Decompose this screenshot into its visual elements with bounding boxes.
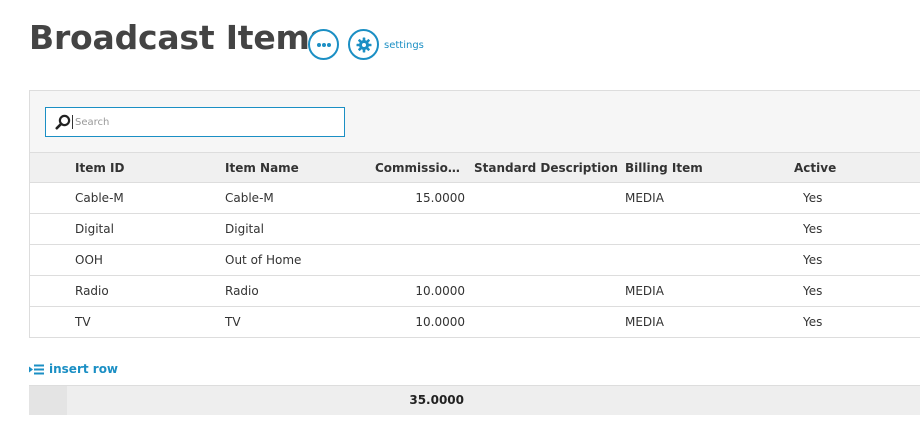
cell-commission bbox=[375, 245, 465, 275]
more-options-button[interactable] bbox=[308, 29, 339, 60]
cell-active: Yes bbox=[803, 315, 823, 329]
cell-item-id: Radio bbox=[75, 284, 109, 298]
cell-item-name: Digital bbox=[225, 222, 264, 236]
cell-item-id: Digital bbox=[75, 222, 114, 236]
gear-icon bbox=[356, 37, 371, 52]
insert-row-button[interactable]: insert row bbox=[29, 362, 118, 376]
cell-standard-description bbox=[474, 276, 619, 306]
cell-billing-item bbox=[625, 245, 775, 275]
search-bar bbox=[30, 91, 920, 152]
cell-billing-item: MEDIA bbox=[625, 315, 664, 329]
cell-standard-description bbox=[474, 183, 619, 213]
broadcast-items-grid: Item ID Item Name Commission/... Standar… bbox=[29, 90, 920, 338]
cell-standard-description bbox=[474, 307, 619, 337]
cell-billing-item bbox=[625, 214, 775, 244]
cell-item-id: Cable-M bbox=[75, 191, 124, 205]
column-header-item-id[interactable]: Item ID bbox=[75, 153, 215, 183]
column-header-commission[interactable]: Commission/... bbox=[375, 153, 465, 183]
table-header: Item ID Item Name Commission/... Standar… bbox=[30, 152, 920, 183]
cell-item-name: TV bbox=[225, 315, 241, 329]
cell-standard-description bbox=[474, 245, 619, 275]
column-header-billing-item[interactable]: Billing Item bbox=[625, 153, 775, 183]
table-row[interactable]: TV TV 10.0000 MEDIA Yes bbox=[30, 307, 920, 338]
settings-button[interactable] bbox=[348, 29, 379, 60]
cell-standard-description bbox=[474, 214, 619, 244]
cell-commission: 10.0000 bbox=[415, 284, 465, 298]
broadcast-items-page: Broadcast Items settings Search Item ID … bbox=[0, 0, 920, 429]
insert-row-label: insert row bbox=[49, 362, 119, 376]
cell-billing-item: MEDIA bbox=[625, 191, 664, 205]
column-header-active[interactable]: Active bbox=[794, 153, 854, 183]
cell-billing-item: MEDIA bbox=[625, 284, 664, 298]
total-commission: 35.0000 bbox=[409, 393, 464, 407]
column-header-standard-description[interactable]: Standard Description bbox=[474, 153, 619, 183]
cell-active: Yes bbox=[803, 191, 823, 205]
table-row[interactable]: OOH Out of Home Yes bbox=[30, 245, 920, 276]
page-title: Broadcast Items bbox=[29, 18, 330, 57]
cell-item-name: Out of Home bbox=[225, 253, 302, 267]
insert-row-icon bbox=[29, 364, 44, 374]
cell-active: Yes bbox=[803, 284, 823, 298]
table-row[interactable]: Cable-M Cable-M 15.0000 MEDIA Yes bbox=[30, 183, 920, 214]
cell-item-id: TV bbox=[75, 315, 91, 329]
cell-commission bbox=[375, 214, 465, 244]
table-row[interactable]: Digital Digital Yes bbox=[30, 214, 920, 245]
cell-active: Yes bbox=[803, 222, 823, 236]
cell-commission: 15.0000 bbox=[415, 191, 465, 205]
cell-active: Yes bbox=[803, 253, 823, 267]
cell-item-name: Radio bbox=[225, 284, 259, 298]
cell-item-name: Cable-M bbox=[225, 191, 274, 205]
totals-row-gutter bbox=[29, 386, 67, 415]
totals-row: 35.0000 bbox=[29, 385, 920, 415]
more-options-icon bbox=[316, 42, 331, 47]
column-header-item-name[interactable]: Item Name bbox=[225, 153, 365, 183]
cell-commission: 10.0000 bbox=[415, 315, 465, 329]
search-input[interactable] bbox=[72, 115, 344, 129]
search-box[interactable] bbox=[45, 107, 345, 137]
search-icon bbox=[54, 113, 72, 131]
settings-link[interactable]: settings bbox=[384, 40, 424, 51]
cell-item-id: OOH bbox=[75, 253, 103, 267]
table-row[interactable]: Radio Radio 10.0000 MEDIA Yes bbox=[30, 276, 920, 307]
